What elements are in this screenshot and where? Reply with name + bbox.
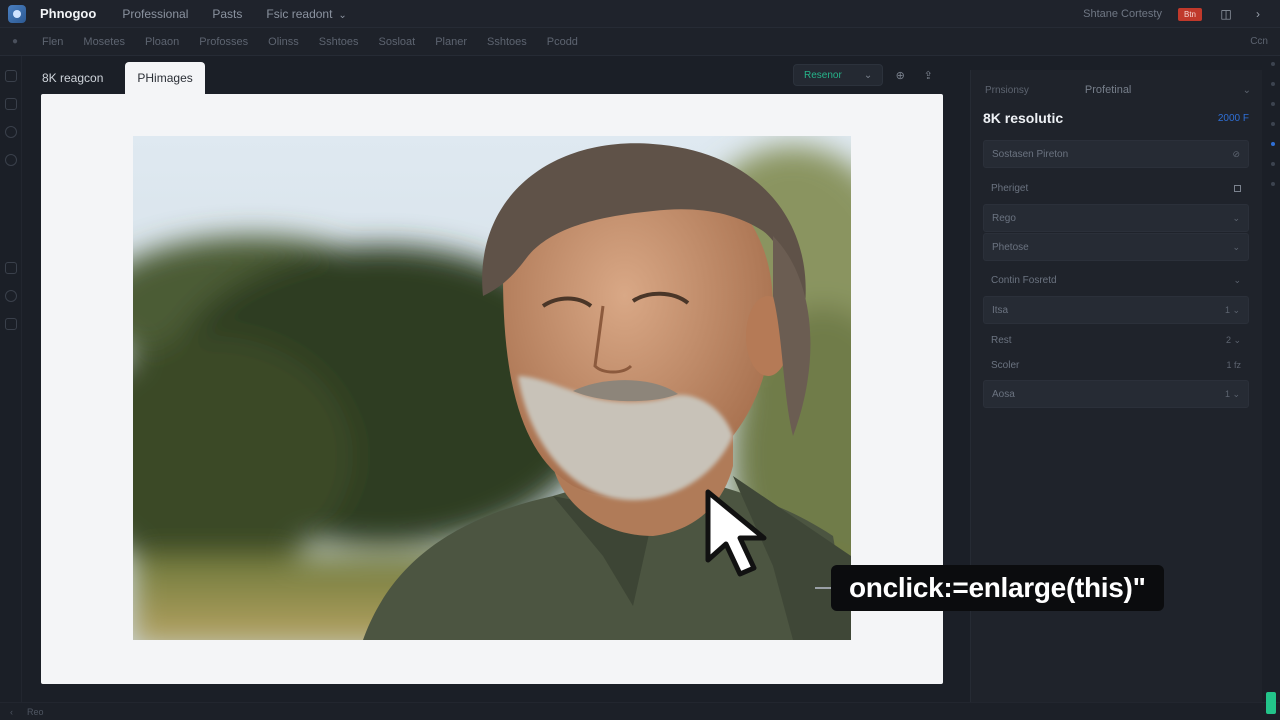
- checkbox-icon[interactable]: [1234, 184, 1241, 192]
- chevron-down-icon: ⌄: [863, 69, 873, 81]
- right-mini-rail: [1266, 56, 1280, 702]
- account-label[interactable]: Shtane Cortesty: [1083, 8, 1162, 20]
- panel-row-label: Phetose: [992, 241, 1029, 253]
- top-menu-item-label: Fsic readont: [266, 6, 333, 21]
- resolution-title: 8K resolutic: [983, 110, 1064, 126]
- menu-item[interactable]: Planer: [435, 36, 467, 48]
- clock-icon[interactable]: [5, 126, 17, 138]
- app-name: Phnogoo: [40, 6, 97, 21]
- tab-8k-region[interactable]: 8K reagcon: [30, 62, 115, 94]
- panel-header: Prnsionsy Profetinal ⌄: [985, 84, 1251, 96]
- resolution-row: 8K resolutic 2000 F: [983, 110, 1249, 126]
- panel-row-contin-fosretd[interactable]: Contin Fosretd ⌄: [983, 266, 1249, 294]
- rail-dot-active-icon[interactable]: [1271, 142, 1275, 146]
- menu-item[interactable]: Sshtoes: [487, 36, 527, 48]
- menu-item[interactable]: Flen: [42, 36, 63, 48]
- image-canvas[interactable]: [41, 94, 943, 684]
- menu-item[interactable]: Sshtoes: [319, 36, 359, 48]
- status-bar: ‹ Reo: [0, 702, 1280, 720]
- panel-row-value: ⌄: [1233, 274, 1241, 285]
- panel-row-value: 1 fz: [1226, 360, 1241, 370]
- panel-row-label: Contin Fosretd: [991, 274, 1057, 286]
- rail-dot-icon[interactable]: [1271, 62, 1275, 66]
- top-menu-item-professional[interactable]: Professional: [122, 7, 188, 21]
- menu-right-label[interactable]: Ccn: [1250, 36, 1268, 47]
- share-icon[interactable]: ⇪: [917, 64, 939, 86]
- status-indicator[interactable]: [1266, 692, 1276, 714]
- panel-row-label: Scoler: [991, 359, 1020, 371]
- folder-icon[interactable]: [5, 98, 17, 110]
- menu-item[interactable]: Profosses: [199, 36, 248, 48]
- panel-row-label: Pheriget: [991, 182, 1029, 194]
- left-tool-rail: [0, 56, 22, 702]
- menu-bar: ● Flen Mosetes Ploaon Profosses Olinss S…: [0, 28, 1280, 56]
- mouse-cursor-icon: [705, 489, 767, 577]
- top-menu-item-readont[interactable]: Fsic readont ⌄: [266, 7, 346, 21]
- action-callout: onclick:=enlarge(this)": [831, 565, 1164, 611]
- panel-header-title[interactable]: Profetinal: [1085, 84, 1131, 96]
- panel-row-aosa[interactable]: Aosa 1 ⌄: [983, 380, 1249, 408]
- rail-dot-icon[interactable]: [1271, 82, 1275, 86]
- panel-row-label: Sostasen Pireton: [992, 148, 1069, 160]
- heart-icon[interactable]: [5, 290, 17, 302]
- lock-icon[interactable]: [5, 262, 17, 274]
- app-logo-icon[interactable]: [8, 4, 26, 23]
- panel-row-source-preset[interactable]: Sostasen Pireton ⊘: [983, 140, 1249, 168]
- panel-row-value: 1 ⌄: [1224, 304, 1240, 315]
- menu-item[interactable]: Mosetes: [83, 36, 125, 48]
- globe-icon[interactable]: [5, 154, 17, 166]
- top-right-controls: Shtane Cortesty Btn ◫ ›: [1083, 0, 1266, 28]
- chevron-down-icon[interactable]: ⌄: [1243, 85, 1251, 96]
- menu-item[interactable]: Ploaon: [145, 36, 179, 48]
- menu-item[interactable]: Pcodd: [547, 36, 578, 48]
- search-icon: ⊘: [1232, 148, 1240, 159]
- chevron-left-icon[interactable]: ‹: [10, 707, 13, 717]
- panel-row-label: Rest: [991, 334, 1012, 346]
- top-menu-item-pasts[interactable]: Pasts: [212, 7, 242, 21]
- resolution-value[interactable]: 2000 F: [1218, 113, 1249, 124]
- rail-dot-icon[interactable]: [1271, 102, 1275, 106]
- top-menu: Professional Pasts Fsic readont ⌄: [122, 7, 346, 21]
- panel-row-value: ⌄: [1232, 241, 1240, 252]
- rail-dot-icon[interactable]: [1271, 162, 1275, 166]
- menu-item[interactable]: Sosloat: [378, 36, 415, 48]
- split-view-icon[interactable]: ◫: [1218, 6, 1234, 22]
- render-button[interactable]: Resenor ⌄: [793, 64, 884, 86]
- title-bar: Phnogoo Professional Pasts Fsic readont ⌄…: [0, 0, 1280, 28]
- menu-icon[interactable]: ●: [0, 36, 30, 47]
- zoom-icon[interactable]: ⊕: [889, 64, 911, 86]
- menu-item[interactable]: Olinss: [268, 36, 299, 48]
- record-badge[interactable]: Btn: [1177, 7, 1202, 21]
- status-text: Reo: [27, 706, 44, 717]
- send-icon[interactable]: [5, 318, 17, 330]
- layers-icon[interactable]: [5, 70, 17, 82]
- panel-row-rest[interactable]: Rest 2 ⌄: [983, 326, 1249, 354]
- panel-row-itsa[interactable]: Itsa 1 ⌄: [983, 296, 1249, 324]
- panel-row-rego[interactable]: Rego ⌄: [983, 204, 1249, 232]
- document-tabs: 8K reagcon PHimages: [30, 62, 205, 94]
- panel-row-label: Itsa: [992, 304, 1009, 316]
- panel-row-value: ⌄: [1232, 212, 1240, 223]
- panel-header-left[interactable]: Prnsionsy: [985, 85, 1029, 96]
- panel-row-label: Aosa: [992, 388, 1015, 400]
- rail-dot-icon[interactable]: [1271, 182, 1275, 186]
- canvas-toolbar: Resenor ⌄ ⊕ ⇪: [793, 64, 939, 86]
- panel-row-value: 1 ⌄: [1224, 388, 1240, 399]
- panel-row-label: Rego: [992, 212, 1016, 224]
- chevron-down-icon: ⌄: [338, 9, 347, 21]
- panel-row-scoler[interactable]: Scoler 1 fz: [983, 351, 1249, 379]
- tab-phimages[interactable]: PHimages: [125, 62, 205, 94]
- chevron-right-icon[interactable]: ›: [1250, 6, 1266, 22]
- render-button-label: Resenor: [804, 69, 842, 81]
- menu-items: Flen Mosetes Ploaon Profosses Olinss Ssh…: [42, 36, 578, 48]
- panel-row-pheriget[interactable]: Pheriget: [983, 174, 1249, 202]
- panel-row-value: 2 ⌄: [1225, 334, 1241, 345]
- rail-dot-icon[interactable]: [1271, 122, 1275, 126]
- panel-row-phetose[interactable]: Phetose ⌄: [983, 233, 1249, 261]
